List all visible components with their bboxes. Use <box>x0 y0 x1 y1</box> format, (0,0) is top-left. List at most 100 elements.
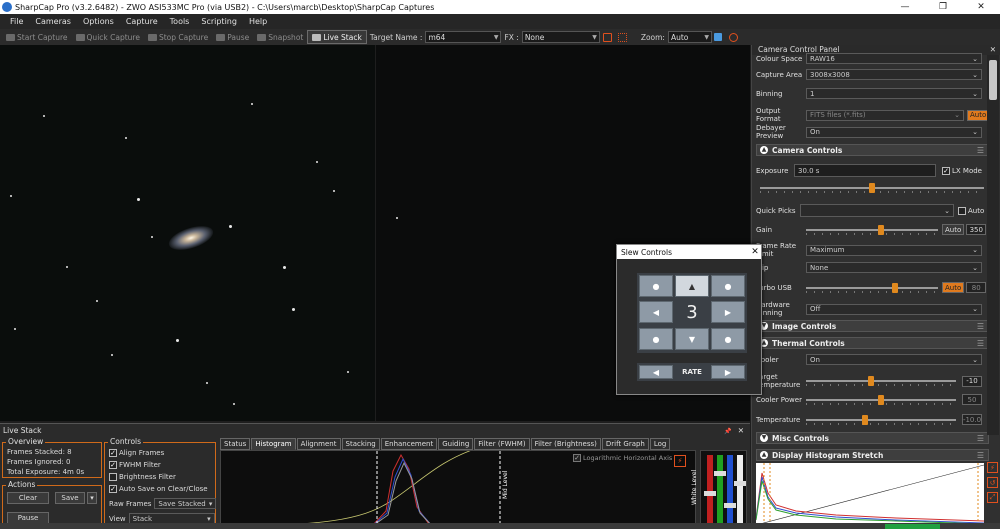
rgb-level-sliders[interactable] <box>700 450 747 528</box>
slew-southeast-button[interactable]: ● <box>711 328 745 350</box>
close-icon[interactable]: ✕ <box>990 45 996 55</box>
blue-level-slider[interactable] <box>727 455 733 525</box>
align-frames-checkbox[interactable]: ✓ Align Frames <box>109 449 164 457</box>
display-histogram-header[interactable]: ▲ Display Histogram Stretch ☰ <box>756 449 989 461</box>
target-name-select[interactable]: m64 ▼ <box>425 31 502 43</box>
auto-save-checkbox[interactable]: ✓ Auto Save on Clear/Close <box>109 485 208 493</box>
output-format-select[interactable]: FITS files (*.fits) ⌄ <box>806 109 964 121</box>
slew-northwest-button[interactable]: ● <box>639 275 673 297</box>
reticle-icon[interactable] <box>602 32 612 42</box>
stretch-icon[interactable]: ⤢ <box>987 492 998 503</box>
gain-value[interactable]: 350 <box>966 224 987 235</box>
start-capture-button[interactable]: Start Capture <box>2 30 72 44</box>
pause-button[interactable]: Pause <box>212 30 253 44</box>
crosshair-icon[interactable] <box>617 32 627 42</box>
exposure-slider[interactable] <box>760 183 984 193</box>
gain-slider[interactable] <box>806 224 938 235</box>
tab-alignment[interactable]: Alignment <box>296 438 341 450</box>
slider-thumb[interactable] <box>714 471 726 476</box>
maximize-button[interactable]: ❐ <box>924 0 962 14</box>
tab-enhancement[interactable]: Enhancement <box>380 438 438 450</box>
histogram-icon[interactable] <box>712 30 726 44</box>
capture-area-select[interactable]: 3008x3008 ⌄ <box>806 69 982 80</box>
hardware-binning-select[interactable]: Off ⌄ <box>806 303 982 315</box>
display-histogram-chart[interactable] <box>756 463 984 525</box>
quick-picks-auto-checkbox[interactable]: Auto <box>958 206 984 215</box>
menu-icon[interactable]: ☰ <box>977 434 984 443</box>
minimize-button[interactable]: — <box>886 0 924 14</box>
menu-icon[interactable]: ☰ <box>977 451 984 460</box>
lx-mode-checkbox[interactable]: ✓ LX Mode <box>942 166 982 175</box>
rate-increase-button[interactable]: ▶ <box>711 365 745 379</box>
turbo-auto-button[interactable]: Auto <box>942 282 965 293</box>
slider-thumb[interactable] <box>704 491 716 496</box>
tab-filter-brightness[interactable]: Filter (Brightness) <box>530 438 601 450</box>
slider-thumb[interactable] <box>724 503 736 508</box>
menu-options[interactable]: Options <box>77 17 120 26</box>
clear-button[interactable]: Clear <box>7 492 49 504</box>
gain-slider-thumb[interactable] <box>878 224 884 235</box>
menu-help[interactable]: Help <box>243 17 273 26</box>
pin-icon[interactable]: 📌 <box>724 428 731 435</box>
raw-frames-select[interactable]: Save Stacked ▾ <box>154 498 217 509</box>
close-button[interactable]: ✕ <box>962 0 1000 14</box>
save-dropdown-button[interactable]: ▾ <box>87 492 97 504</box>
scrollbar-thumb[interactable] <box>989 60 997 100</box>
fx-select[interactable]: None ▼ <box>521 31 600 43</box>
menu-scripting[interactable]: Scripting <box>195 17 243 26</box>
tab-status[interactable]: Status <box>220 438 251 450</box>
slew-south-button[interactable]: ▼ <box>675 328 709 350</box>
close-icon[interactable]: ✕ <box>738 426 744 435</box>
zoom-select[interactable]: Auto ▼ <box>667 31 712 43</box>
exposure-slider-thumb[interactable] <box>869 183 875 193</box>
live-stack-button[interactable]: Live Stack <box>307 30 367 44</box>
thermal-controls-header[interactable]: ▲ Thermal Controls ☰ <box>756 337 989 349</box>
turbo-usb-value[interactable]: 80 <box>966 282 987 293</box>
save-button[interactable]: Save <box>55 492 85 504</box>
reset-icon[interactable]: ↺ <box>987 477 998 488</box>
tab-stacking[interactable]: Stacking <box>341 438 380 450</box>
slew-north-button[interactable]: ▲ <box>675 275 709 297</box>
snapshot-button[interactable]: Snapshot <box>253 30 307 44</box>
lightning-icon[interactable]: ⚡ <box>987 462 998 473</box>
menu-capture[interactable]: Capture <box>120 17 164 26</box>
frame-rate-select[interactable]: Maximum ⌄ <box>806 244 982 256</box>
misc-controls-header[interactable]: ▼ Misc Controls ☰ <box>756 432 989 444</box>
brightness-filter-checkbox[interactable]: Brightness Filter <box>109 473 176 481</box>
camera-controls-header[interactable]: ▲ Camera Controls ☰ <box>756 144 989 156</box>
panel-scrollbar[interactable] <box>987 55 999 435</box>
colour-space-select[interactable]: RAW16 ⌄ <box>806 53 982 64</box>
slider-thumb[interactable] <box>734 481 746 486</box>
stop-capture-button[interactable]: Stop Capture <box>144 30 212 44</box>
luminance-level-slider[interactable] <box>737 455 743 525</box>
stack-histogram[interactable]: Mid Level White Level ✓ Logarithmic Horiz… <box>220 450 698 528</box>
output-auto-button[interactable]: Auto <box>967 109 990 121</box>
slew-southwest-button[interactable]: ● <box>639 328 673 350</box>
slew-west-button[interactable]: ◀ <box>639 301 673 323</box>
log-axis-checkbox[interactable]: ✓ Logarithmic Horizontal Axis <box>573 454 672 462</box>
capture-image-view[interactable] <box>0 45 375 421</box>
lightning-icon[interactable]: ⚡ <box>674 455 686 467</box>
cooler-select[interactable]: On ⌄ <box>806 354 982 365</box>
slew-east-button[interactable]: ▶ <box>711 301 745 323</box>
gain-auto-button[interactable]: Auto <box>942 224 965 235</box>
quick-capture-button[interactable]: Quick Capture <box>72 30 144 44</box>
tab-guiding[interactable]: Guiding <box>438 438 474 450</box>
menu-cameras[interactable]: Cameras <box>29 17 77 26</box>
menu-icon[interactable]: ☰ <box>977 146 984 155</box>
close-icon[interactable]: ✕ <box>749 247 761 257</box>
target-temperature-value[interactable]: -10 <box>962 375 982 387</box>
quick-picks-select[interactable]: ⌄ <box>800 204 954 217</box>
fwhm-filter-checkbox[interactable]: ✓ FWHM Filter <box>109 461 161 469</box>
target-temperature-slider[interactable] <box>806 376 956 386</box>
turbo-usb-slider-thumb[interactable] <box>892 282 898 293</box>
tab-histogram[interactable]: Histogram <box>251 438 296 450</box>
exposure-input[interactable]: 30.0 s <box>794 164 936 177</box>
turbo-usb-slider[interactable] <box>806 282 938 293</box>
menu-icon[interactable]: ☰ <box>977 322 984 331</box>
slew-northeast-button[interactable]: ● <box>711 275 745 297</box>
tab-drift-graph[interactable]: Drift Graph <box>601 438 649 450</box>
no-reticle-icon[interactable] <box>728 32 738 42</box>
menu-file[interactable]: File <box>4 17 29 26</box>
green-level-slider[interactable] <box>717 455 723 525</box>
